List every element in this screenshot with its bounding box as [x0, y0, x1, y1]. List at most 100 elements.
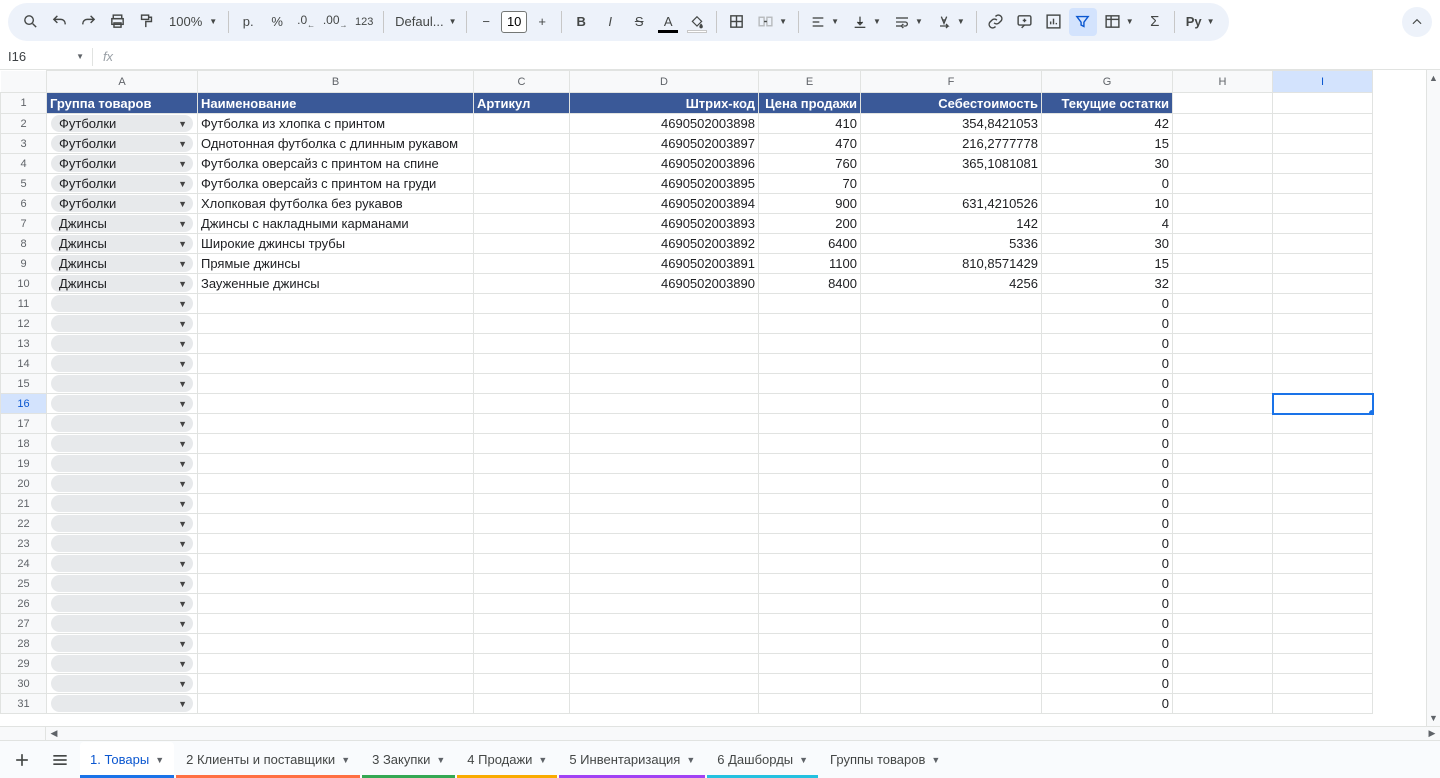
filter-button[interactable] [1069, 8, 1097, 36]
cell[interactable]: 0 [1042, 434, 1173, 454]
cell[interactable]: 4690502003890 [570, 274, 759, 294]
cell[interactable] [1273, 93, 1373, 114]
decrease-decimal-button[interactable]: .0← [292, 8, 320, 36]
table-header-cell[interactable]: Артикул [474, 93, 570, 114]
cell[interactable] [570, 554, 759, 574]
column-header[interactable]: E [759, 71, 861, 93]
cell[interactable] [1173, 254, 1273, 274]
expand-toolbar-button[interactable] [1402, 7, 1432, 37]
cell[interactable] [1273, 374, 1373, 394]
cell[interactable] [1273, 434, 1373, 454]
cell[interactable] [198, 294, 474, 314]
cell[interactable]: 4690502003897 [570, 134, 759, 154]
group-chip[interactable]: .▼ [51, 475, 193, 492]
group-chip[interactable]: .▼ [51, 435, 193, 452]
insert-chart-button[interactable] [1040, 8, 1068, 36]
cell[interactable] [474, 154, 570, 174]
cell[interactable] [1273, 674, 1373, 694]
cell[interactable] [1173, 334, 1273, 354]
cell[interactable] [1273, 174, 1373, 194]
scroll-right-button[interactable]: ▶ [1424, 728, 1440, 739]
scroll-down-button[interactable]: ▼ [1427, 710, 1440, 726]
row-header[interactable]: 21 [1, 494, 47, 514]
group-chip[interactable]: .▼ [51, 695, 193, 712]
add-sheet-button[interactable] [4, 742, 40, 778]
sheet-tab[interactable]: Группы товаров▼ [820, 742, 950, 778]
cell[interactable] [759, 394, 861, 414]
cell[interactable]: 0 [1042, 354, 1173, 374]
column-header[interactable]: C [474, 71, 570, 93]
cell[interactable]: 0 [1042, 474, 1173, 494]
cell[interactable]: 15 [1042, 254, 1173, 274]
cell[interactable]: .▼ [47, 474, 198, 494]
vertical-align-button[interactable]: ▼ [846, 8, 887, 36]
cell[interactable] [570, 674, 759, 694]
cell[interactable] [1273, 694, 1373, 714]
cell[interactable] [1173, 434, 1273, 454]
horizontal-scrollbar[interactable]: ◀ ▶ [0, 726, 1440, 740]
cell[interactable] [474, 414, 570, 434]
cell[interactable] [570, 694, 759, 714]
horizontal-align-button[interactable]: ▼ [804, 8, 845, 36]
sheet-tab[interactable]: 4 Продажи▼ [457, 742, 557, 778]
cell[interactable] [1173, 294, 1273, 314]
group-chip[interactable]: Футболки▼ [51, 195, 193, 212]
sheet-tab[interactable]: 5 Инвентаризация▼ [559, 742, 705, 778]
column-header[interactable]: B [198, 71, 474, 93]
cell[interactable]: Футболка оверсайз с принтом на груди [198, 174, 474, 194]
table-view-button[interactable]: ▼ [1098, 8, 1140, 36]
cell[interactable]: Футболка из хлопка с принтом [198, 114, 474, 134]
row-header[interactable]: 2 [1, 114, 47, 134]
cell[interactable]: .▼ [47, 434, 198, 454]
cell[interactable] [570, 434, 759, 454]
name-box[interactable]: I16 ▼ [0, 44, 92, 70]
cell[interactable]: .▼ [47, 674, 198, 694]
cell[interactable]: .▼ [47, 334, 198, 354]
cell[interactable]: 631,4210526 [861, 194, 1042, 214]
cell[interactable] [759, 294, 861, 314]
cell[interactable] [570, 394, 759, 414]
cell[interactable]: Прямые джинсы [198, 254, 474, 274]
format-number-button[interactable]: 123 [350, 8, 378, 36]
cell[interactable] [759, 514, 861, 534]
cell[interactable] [474, 374, 570, 394]
cell[interactable] [1273, 214, 1373, 234]
cell[interactable]: 810,8571429 [861, 254, 1042, 274]
cell[interactable] [1273, 354, 1373, 374]
cell[interactable] [198, 634, 474, 654]
cell[interactable]: Джинсы▼ [47, 254, 198, 274]
cell[interactable]: 0 [1042, 614, 1173, 634]
cell[interactable]: .▼ [47, 654, 198, 674]
group-chip[interactable]: Футболки▼ [51, 115, 193, 132]
cell[interactable] [1173, 654, 1273, 674]
cell[interactable] [474, 574, 570, 594]
cell[interactable] [861, 694, 1042, 714]
cell[interactable]: Однотонная футболка с длинным рукавом [198, 134, 474, 154]
cell[interactable] [198, 614, 474, 634]
italic-button[interactable]: I [596, 8, 624, 36]
cell[interactable] [474, 474, 570, 494]
cell[interactable] [474, 294, 570, 314]
cell[interactable] [861, 594, 1042, 614]
cell[interactable]: Футболки▼ [47, 194, 198, 214]
cell[interactable]: Джинсы▼ [47, 234, 198, 254]
cell[interactable]: 4690502003896 [570, 154, 759, 174]
cell[interactable] [1273, 274, 1373, 294]
cell[interactable] [474, 114, 570, 134]
row-header[interactable]: 13 [1, 334, 47, 354]
cell[interactable] [570, 454, 759, 474]
cell[interactable] [1273, 114, 1373, 134]
cell[interactable] [474, 554, 570, 574]
group-chip[interactable]: .▼ [51, 535, 193, 552]
cell[interactable] [759, 554, 861, 574]
cell[interactable] [861, 374, 1042, 394]
cell[interactable] [570, 574, 759, 594]
paint-format-button[interactable] [132, 8, 160, 36]
merge-cells-button[interactable]: ▼ [751, 8, 793, 36]
cell[interactable] [570, 534, 759, 554]
cell[interactable]: 0 [1042, 534, 1173, 554]
cell[interactable]: Широкие джинсы трубы [198, 234, 474, 254]
group-chip[interactable]: .▼ [51, 455, 193, 472]
cell[interactable] [1173, 594, 1273, 614]
group-chip[interactable]: Футболки▼ [51, 155, 193, 172]
